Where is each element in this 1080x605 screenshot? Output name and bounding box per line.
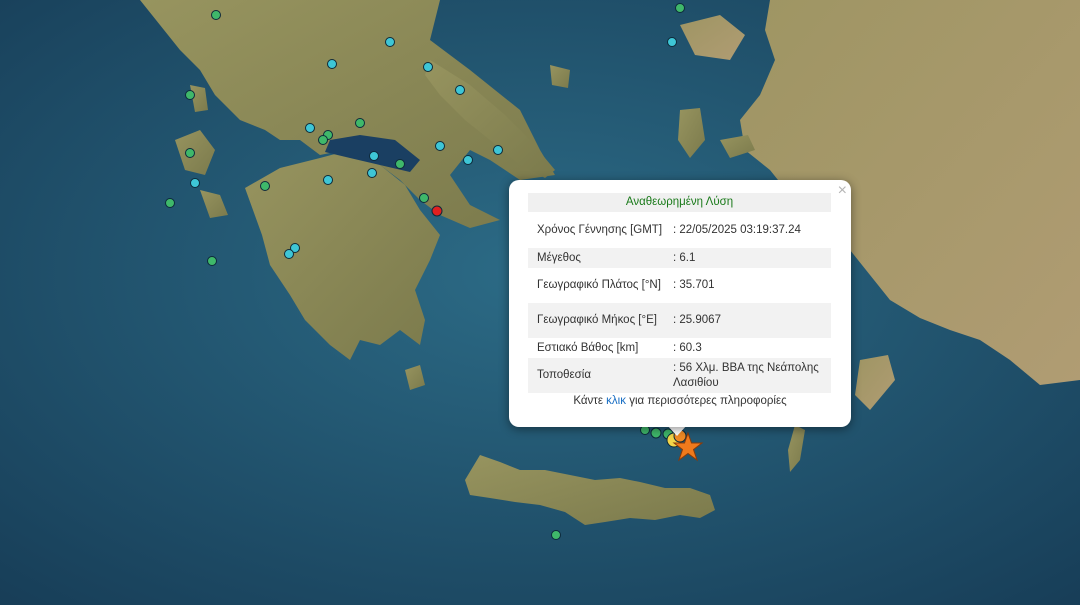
table-row: Εστιακό Βάθος [km] : 60.3 (528, 338, 831, 358)
magnitude-label: Μέγεθος (528, 248, 669, 268)
location-value: : 56 Χλμ. ΒΒΑ της Νεάπολης Λασιθίου (669, 358, 831, 393)
popup-title: Αναθεωρημένη Λύση (528, 193, 831, 212)
more-info-prefix: Κάντε (573, 395, 603, 407)
depth-value: : 60.3 (673, 341, 702, 354)
origin-time-value: : 22/05/2025 03:19:37.24 (673, 224, 801, 236)
quake-marker[interactable] (395, 159, 405, 169)
table-row: Χρόνος Γέννησης [GMT] : 22/05/2025 03:19… (528, 213, 831, 248)
quake-marker[interactable] (431, 205, 443, 217)
quake-marker[interactable] (165, 198, 175, 208)
more-info-suffix: για περισσότερες πληροφορίες (629, 395, 787, 407)
info-table: Χρόνος Γέννησης [GMT] : 22/05/2025 03:19… (528, 213, 831, 393)
more-info-link[interactable]: κλικ (606, 395, 626, 407)
quake-marker[interactable] (551, 530, 561, 540)
table-row: Γεωγραφικό Πλάτος [°N] : 35.701 (528, 268, 831, 303)
quake-marker[interactable] (185, 148, 195, 158)
quake-marker[interactable] (650, 427, 662, 439)
quake-marker[interactable] (327, 59, 337, 69)
quake-marker[interactable] (463, 155, 473, 165)
quake-marker[interactable] (355, 118, 365, 128)
quake-marker[interactable] (207, 256, 217, 266)
quake-marker[interactable] (369, 151, 379, 161)
longitude-label: Γεωγραφικό Μήκος [°E] (528, 303, 669, 338)
quake-marker[interactable] (423, 62, 433, 72)
quake-marker[interactable] (284, 249, 294, 259)
quake-marker[interactable] (667, 37, 677, 47)
table-row: Τοποθεσία : 56 Χλμ. ΒΒΑ της Νεάπολης Λασ… (528, 358, 831, 393)
latitude-value: : 35.701 (673, 279, 715, 291)
quake-marker[interactable] (318, 135, 328, 145)
quake-marker[interactable] (185, 90, 195, 100)
magnitude-value: : 6.1 (669, 248, 831, 268)
quake-marker[interactable] (419, 193, 429, 203)
quake-marker[interactable] (211, 10, 221, 20)
close-icon[interactable]: × (838, 182, 847, 200)
table-row: Γεωγραφικό Μήκος [°E] : 25.9067 (528, 303, 831, 338)
more-info-line: Κάντε κλικ για περισσότερες πληροφορίες (509, 395, 851, 407)
location-label: Τοποθεσία (528, 358, 669, 393)
quake-marker[interactable] (493, 145, 503, 155)
quake-marker[interactable] (675, 3, 685, 13)
quake-marker[interactable] (323, 175, 333, 185)
quake-marker[interactable] (435, 141, 445, 151)
quake-marker[interactable] (260, 181, 270, 191)
earthquake-info-popup: × Αναθεωρημένη Λύση Χρόνος Γέννησης [GMT… (509, 180, 851, 427)
quake-marker[interactable] (455, 85, 465, 95)
quake-marker[interactable] (305, 123, 315, 133)
depth-label: Εστιακό Βάθος [km] (537, 341, 639, 354)
quake-marker[interactable] (385, 37, 395, 47)
quake-marker[interactable] (367, 168, 377, 178)
quake-marker[interactable] (190, 178, 200, 188)
latitude-label: Γεωγραφικό Πλάτος [°N] (537, 279, 661, 291)
origin-time-label: Χρόνος Γέννησης [GMT] (537, 224, 663, 236)
table-row: Μέγεθος : 6.1 (528, 248, 831, 268)
longitude-value: : 25.9067 (669, 303, 831, 338)
